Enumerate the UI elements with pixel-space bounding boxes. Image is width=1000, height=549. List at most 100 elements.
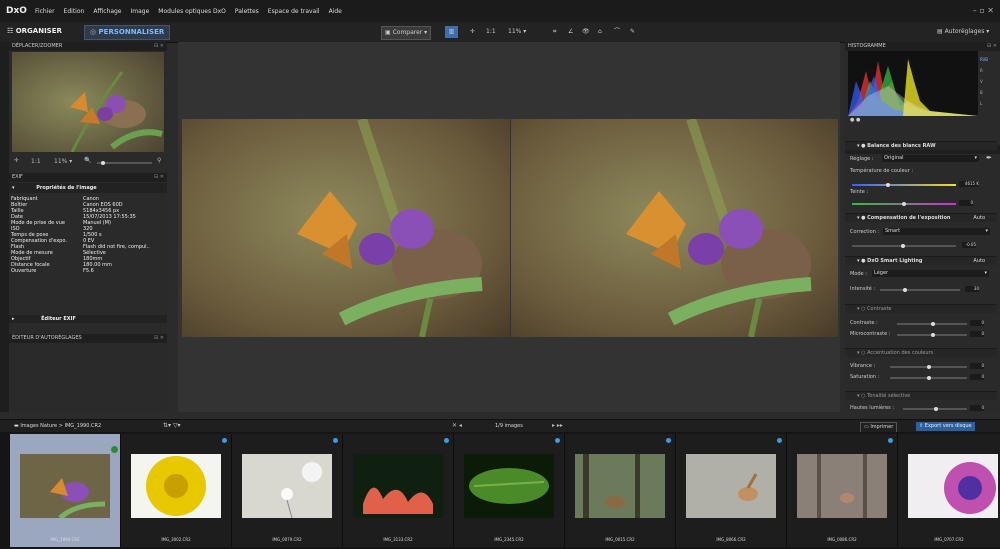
highlights-knob[interactable] [934, 407, 938, 411]
microcontrast-value[interactable]: 0 [970, 331, 984, 337]
wb-setting-dropdown[interactable]: Original ▾ [882, 155, 979, 162]
exposure-correction-dropdown[interactable]: Smart ▾ [883, 228, 990, 235]
move-icon[interactable]: ✛ [14, 157, 19, 164]
red-eye-icon[interactable]: 👁 [582, 26, 590, 38]
thumb-image [131, 454, 221, 518]
next-image-icon[interactable]: ▸ ▸▸ [552, 422, 563, 429]
contrast-value[interactable]: 0 [970, 320, 984, 326]
wb-tint-label: Teinte : [850, 189, 869, 195]
menu-help[interactable]: Aide [329, 8, 342, 15]
highlights-value[interactable]: 0 [970, 405, 984, 411]
contrast-section[interactable]: ▾ ○ Contraste [845, 304, 997, 313]
panel-close-icon[interactable]: ⊟ ✕ [154, 42, 164, 51]
wb-section[interactable]: ▾ ● Balance des blancs RAW [845, 141, 997, 150]
nav-zoom-dropdown[interactable]: 11% ▾ [54, 158, 72, 165]
filmstrip-thumb[interactable]: IMG_0707.CR2 [898, 434, 1000, 547]
clipping-indicators[interactable]: ● ● [850, 117, 860, 123]
wb-tint-value[interactable]: 0 [959, 200, 973, 206]
export-button[interactable]: ⇪ Export vers disque [916, 422, 975, 431]
perspective-icon[interactable]: ⌂ [598, 26, 602, 38]
vibrance-knob[interactable] [927, 365, 931, 369]
folder-path[interactable]: ▬ Images Nature > IMG_1990.CR2 [14, 423, 101, 429]
channel-b[interactable]: B [980, 87, 988, 98]
smart-lighting-intensity-knob[interactable] [903, 288, 907, 292]
menu-view[interactable]: Affichage [93, 8, 121, 15]
filmstrip-thumb[interactable]: IMG_2345.CR2 [454, 434, 565, 547]
filmstrip-thumb[interactable]: IMG_3133.CR2 [343, 434, 454, 547]
tab-organize[interactable]: ☷ ORGANISER [2, 25, 67, 38]
smart-lighting-section[interactable]: ▾ ● DxO Smart Lighting Auto [845, 256, 997, 265]
nav-zoom-slider-knob[interactable] [101, 161, 105, 165]
menu-optics-modules[interactable]: Modules optiques DxO [158, 8, 226, 15]
saturation-knob[interactable] [927, 376, 931, 380]
highlights-label: Hautes lumières : [850, 405, 895, 411]
clear-filter-icon[interactable]: ✕ ◂ [452, 422, 462, 429]
exposure-section[interactable]: ▾ ● Compensation de l'exposition Auto [845, 213, 997, 222]
wb-temp-knob[interactable] [886, 183, 890, 187]
exposure-correction-label: Correction : [850, 229, 880, 235]
saturation-value[interactable]: 0 [970, 374, 984, 380]
eyedropper-icon[interactable]: ✒ [986, 154, 992, 162]
smart-lighting-intensity-slider[interactable] [880, 289, 960, 291]
tab-customize[interactable]: ◎ PERSONNALISER [84, 25, 171, 40]
wb-tint-knob[interactable] [902, 202, 906, 206]
vibrance-value[interactable]: 0 [970, 363, 984, 369]
processed-icon [111, 446, 118, 453]
presets-button[interactable]: ▤ Autoréglages ▾ [937, 26, 989, 38]
navigator-tools: ✛ 1:1 11% ▾ 🔍 ⚲ [9, 155, 167, 169]
compare-button[interactable]: ▣ Comparer ▾ [381, 26, 432, 40]
smart-lighting-intensity-value[interactable]: 30 [965, 286, 979, 292]
expand-arrow-icon: ▸ [12, 316, 15, 322]
panel-close-icon[interactable]: ⊟ ✕ [987, 42, 997, 51]
channel-r[interactable]: R [980, 65, 988, 76]
microcontrast-knob[interactable] [931, 333, 935, 337]
menu-palettes[interactable]: Palettes [235, 8, 259, 15]
menu-file[interactable]: Fichier [35, 8, 55, 15]
status-dot-icon [333, 438, 338, 443]
nav-zoom-slider[interactable] [97, 162, 152, 164]
smart-lighting-mode-label: Mode : [850, 271, 867, 277]
photo-after[interactable] [511, 119, 838, 337]
exposure-knob[interactable] [901, 244, 905, 248]
exif-section-title[interactable]: ▾ Propriétés de l'image [9, 183, 167, 193]
zoom-in-icon[interactable]: ⚲ [157, 157, 161, 164]
zoom-ratio-label[interactable]: 1:1 [486, 26, 496, 38]
filmstrip-thumb[interactable]: IMG_0015.CR2 [565, 434, 676, 547]
filmstrip-thumb[interactable]: IMG_1990.CR2 [10, 434, 121, 547]
tonal-section[interactable]: ▾ ○ Tonalité sélective [845, 391, 997, 400]
window-controls[interactable]: – ▫ ✕ [973, 6, 994, 15]
menu-bar: DxO Fichier Edition Affichage Image Modu… [0, 0, 1000, 22]
channel-l[interactable]: L [980, 98, 988, 109]
exposure-value[interactable]: -0.05 [962, 242, 976, 248]
channel-rgb[interactable]: RVB [980, 54, 988, 65]
menu-workspace[interactable]: Espace de travail [268, 8, 320, 15]
filmstrip-thumb[interactable]: IMG_0079.CR2 [232, 434, 343, 547]
filmstrip-thumb[interactable]: IMG_3002.CR2 [121, 434, 232, 547]
smart-lighting-mode-dropdown[interactable]: Léger ▾ [872, 270, 989, 277]
channel-g[interactable]: V [980, 76, 988, 87]
sort-filter-icons[interactable]: ⇅▾ ▽▾ [163, 422, 181, 429]
wb-temp-slider[interactable] [852, 184, 956, 186]
color-picker-icon[interactable]: ✎ [630, 26, 635, 38]
zoom-out-icon[interactable]: 🔍 [84, 157, 91, 164]
navigator-thumbnail[interactable] [12, 52, 164, 152]
panel-close-icon[interactable]: ⊟ ✕ [154, 173, 164, 182]
contrast-knob[interactable] [931, 322, 935, 326]
reshape-icon[interactable]: ⌒ [614, 26, 620, 38]
crop-icon[interactable]: ⌗ [553, 26, 556, 38]
photo-before[interactable] [182, 119, 510, 337]
horizon-icon[interactable]: ∠ [568, 26, 573, 38]
menu-edit[interactable]: Edition [64, 8, 85, 15]
move-tool-icon[interactable]: ✛ [470, 26, 475, 38]
color-section[interactable]: ▾ ○ Accentuation des couleurs [845, 348, 997, 357]
menu-image[interactable]: Image [131, 8, 150, 15]
filmstrip-thumb[interactable]: IMG_0086.CR2 [787, 434, 898, 547]
panel-close-icon[interactable]: ⊟ ✕ [154, 334, 164, 343]
exif-editor-row[interactable]: ▸ Éditeur EXIF [9, 315, 167, 323]
zoom-percent-dropdown[interactable]: 11% ▾ [508, 26, 526, 38]
nav-zoom-ratio[interactable]: 1:1 [31, 158, 41, 165]
filmstrip-thumb[interactable]: IMG_8066.CR2 [676, 434, 787, 547]
split-view-button[interactable]: ▥ [445, 26, 458, 38]
wb-temp-value[interactable]: 4615 K [959, 181, 979, 187]
thumb-image [686, 454, 776, 518]
